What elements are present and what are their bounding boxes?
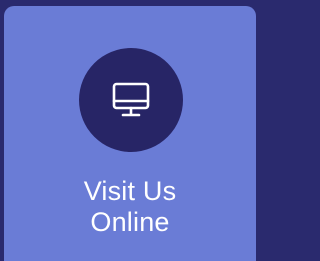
monitor-icon — [112, 82, 150, 117]
card-label-line2: Online — [90, 207, 170, 237]
card-label-line1: Visit Us — [83, 176, 177, 206]
visit-us-online-button[interactable]: Visit Us Online — [4, 6, 256, 261]
icon-badge — [79, 48, 183, 152]
card-label: Visit Us Online — [4, 176, 256, 238]
